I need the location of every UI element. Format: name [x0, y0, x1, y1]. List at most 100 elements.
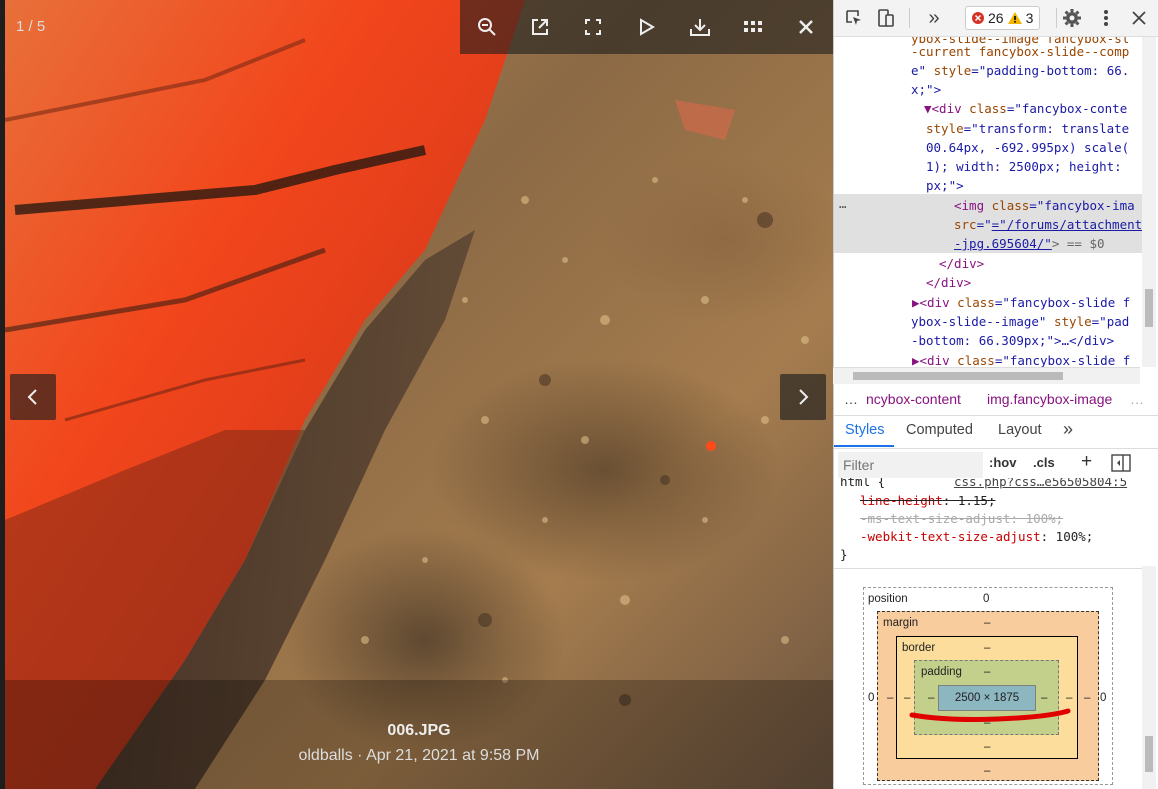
- margin-bottom-value: –: [984, 765, 991, 777]
- external-link-icon: [531, 19, 548, 35]
- close-icon: [799, 20, 814, 34]
- margin-label: margin: [883, 617, 919, 629]
- styles-tabs: Styles Computed Layout »: [834, 416, 1158, 449]
- styles-rule: html { css.php?css…e56505804:5 line-heig…: [834, 478, 1144, 566]
- code-line: </div>: [926, 275, 972, 290]
- more-panels-icon[interactable]: »: [924, 7, 944, 29]
- toolbar-divider: [909, 8, 910, 28]
- new-style-rule-button[interactable]: +: [1081, 451, 1092, 473]
- previous-slide-button[interactable]: [10, 374, 56, 420]
- tab-layout[interactable]: Layout: [998, 422, 1042, 438]
- error-count: 26: [988, 10, 1004, 26]
- issues-counter[interactable]: 26 3: [965, 6, 1041, 30]
- open-in-new-window-button[interactable]: [518, 5, 562, 49]
- rule-close-brace: }: [840, 547, 848, 562]
- zoom-out-button[interactable]: [465, 5, 509, 49]
- next-slide-button[interactable]: [780, 374, 826, 420]
- margin-top-value: –: [984, 617, 991, 629]
- breadcrumb-ellipsis[interactable]: …: [844, 391, 858, 407]
- code-line-selected-img[interactable]: <img class="fancybox-ima: [954, 196, 1135, 216]
- code-line: style="transform: translate: [926, 121, 1130, 136]
- warning-count: 3: [1025, 10, 1034, 26]
- inspect-element-button[interactable]: [844, 8, 864, 28]
- elements-horizontal-scrollbar[interactable]: [833, 367, 1140, 384]
- more-tabs-icon[interactable]: »: [1063, 419, 1073, 440]
- margin-left-value: –: [887, 692, 894, 704]
- toggle-sidebar-button[interactable]: [1111, 454, 1131, 475]
- code-line: 1); width: 2500px; height:: [926, 159, 1122, 174]
- close-icon: [1132, 11, 1146, 25]
- position-left-value: 0: [868, 692, 875, 704]
- border-bottom-value: –: [984, 741, 991, 753]
- breadcrumb-item-image[interactable]: img.fancybox-image: [987, 391, 1112, 407]
- attachment-link[interactable]: ="/forums/attachments: [992, 217, 1144, 232]
- code-line: px;">: [926, 178, 964, 193]
- code-line: src="="/forums/attachments: [954, 215, 1144, 235]
- warning-icon: [1007, 12, 1022, 24]
- settings-button[interactable]: [1062, 8, 1082, 28]
- declaration-overridden[interactable]: line-height: 1.15;: [860, 492, 995, 510]
- code-line: -jpg.695604/"> == $0: [954, 236, 1105, 251]
- margin-right-value: –: [1084, 692, 1091, 704]
- active-tab-indicator: [834, 445, 894, 447]
- styles-filter-bar: :hov .cls +: [834, 450, 1158, 478]
- slideshow-play-button[interactable]: [624, 5, 668, 49]
- styles-vertical-scrollbar[interactable]: [1142, 566, 1156, 789]
- viewer-toolbar: [460, 0, 833, 54]
- styles-filter-input[interactable]: [838, 452, 983, 478]
- red-annotation-underline: [909, 708, 1071, 722]
- tab-computed[interactable]: Computed: [906, 422, 973, 438]
- caption-title: 006.JPG: [387, 722, 451, 739]
- class-toggle[interactable]: .cls: [1033, 455, 1055, 470]
- position-right-value: 0: [1100, 692, 1107, 704]
- scrollbar-thumb[interactable]: [1145, 289, 1153, 327]
- close-devtools-button[interactable]: [1129, 8, 1149, 28]
- image-caption: 006.JPG oldballs · Apr 21, 2021 at 9:58 …: [5, 722, 833, 765]
- photo-illustration: [5, 0, 833, 789]
- code-line: </div>: [939, 256, 985, 271]
- code-line[interactable]: ▶<div class="fancybox-slide f: [912, 293, 1130, 313]
- photo-log-sawdust: [5, 0, 833, 789]
- breadcrumb-item-content[interactable]: ncybox-content: [866, 391, 961, 407]
- thumbnails-button[interactable]: [731, 5, 775, 49]
- declaration-invalid[interactable]: -ms-text-size-adjust: 100%;: [860, 510, 1063, 528]
- devtools-toolbar: » 26 3: [834, 0, 1158, 37]
- thumbnails-icon: [744, 21, 763, 32]
- hover-state-toggle[interactable]: :hov: [989, 455, 1016, 470]
- code-line[interactable]: ▶<div class="fancybox-slide f: [912, 351, 1130, 367]
- caption-meta: oldballs · Apr 21, 2021 at 9:58 PM: [298, 747, 540, 764]
- position-label: position: [868, 593, 908, 605]
- code-line: ybox-slide--image" style="pad: [911, 314, 1130, 329]
- kebab-menu-icon: [1104, 10, 1108, 26]
- rule-source-link[interactable]: css.php?css…e56505804:5: [954, 478, 1127, 491]
- toolbar-divider: [1056, 8, 1057, 28]
- code-line[interactable]: ▼<div class="fancybox-conte: [924, 99, 1127, 119]
- rule-selector: html {: [840, 478, 886, 489]
- device-mode-icon: [878, 9, 894, 27]
- inspect-cursor-icon: [846, 10, 861, 25]
- padding-label: padding: [921, 666, 962, 678]
- scrollbar-thumb[interactable]: [853, 372, 1063, 380]
- code-line: 00.64px, -692.995px) scale(: [926, 140, 1130, 155]
- elements-vertical-scrollbar[interactable]: [1142, 37, 1156, 367]
- node-options-ellipsis[interactable]: …: [839, 194, 847, 214]
- close-viewer-button[interactable]: [784, 5, 828, 49]
- device-toolbar-button[interactable]: [876, 8, 896, 28]
- border-label: border: [902, 642, 936, 654]
- gear-icon: [1063, 9, 1081, 27]
- zoom-out-icon: [477, 18, 496, 36]
- play-icon: [640, 18, 656, 36]
- breadcrumb-more[interactable]: …: [1130, 391, 1144, 407]
- chevron-left-icon: [27, 389, 37, 405]
- tab-styles[interactable]: Styles: [845, 422, 885, 438]
- padding-top-value: –: [984, 666, 991, 678]
- customize-devtools-button[interactable]: [1096, 8, 1116, 28]
- code-line: -current fancybox-slide--comp: [911, 44, 1130, 59]
- breadcrumb: … ncybox-content img.fancybox-image …: [834, 385, 1158, 416]
- download-icon: [689, 19, 710, 36]
- scrollbar-thumb[interactable]: [1145, 736, 1153, 772]
- download-button[interactable]: [678, 5, 722, 49]
- fullscreen-button[interactable]: [571, 5, 615, 49]
- declaration[interactable]: -webkit-text-size-adjust: 100%;: [860, 528, 1093, 546]
- elements-tree[interactable]: ybox-slide--image fancybox-sl -current f…: [834, 37, 1144, 367]
